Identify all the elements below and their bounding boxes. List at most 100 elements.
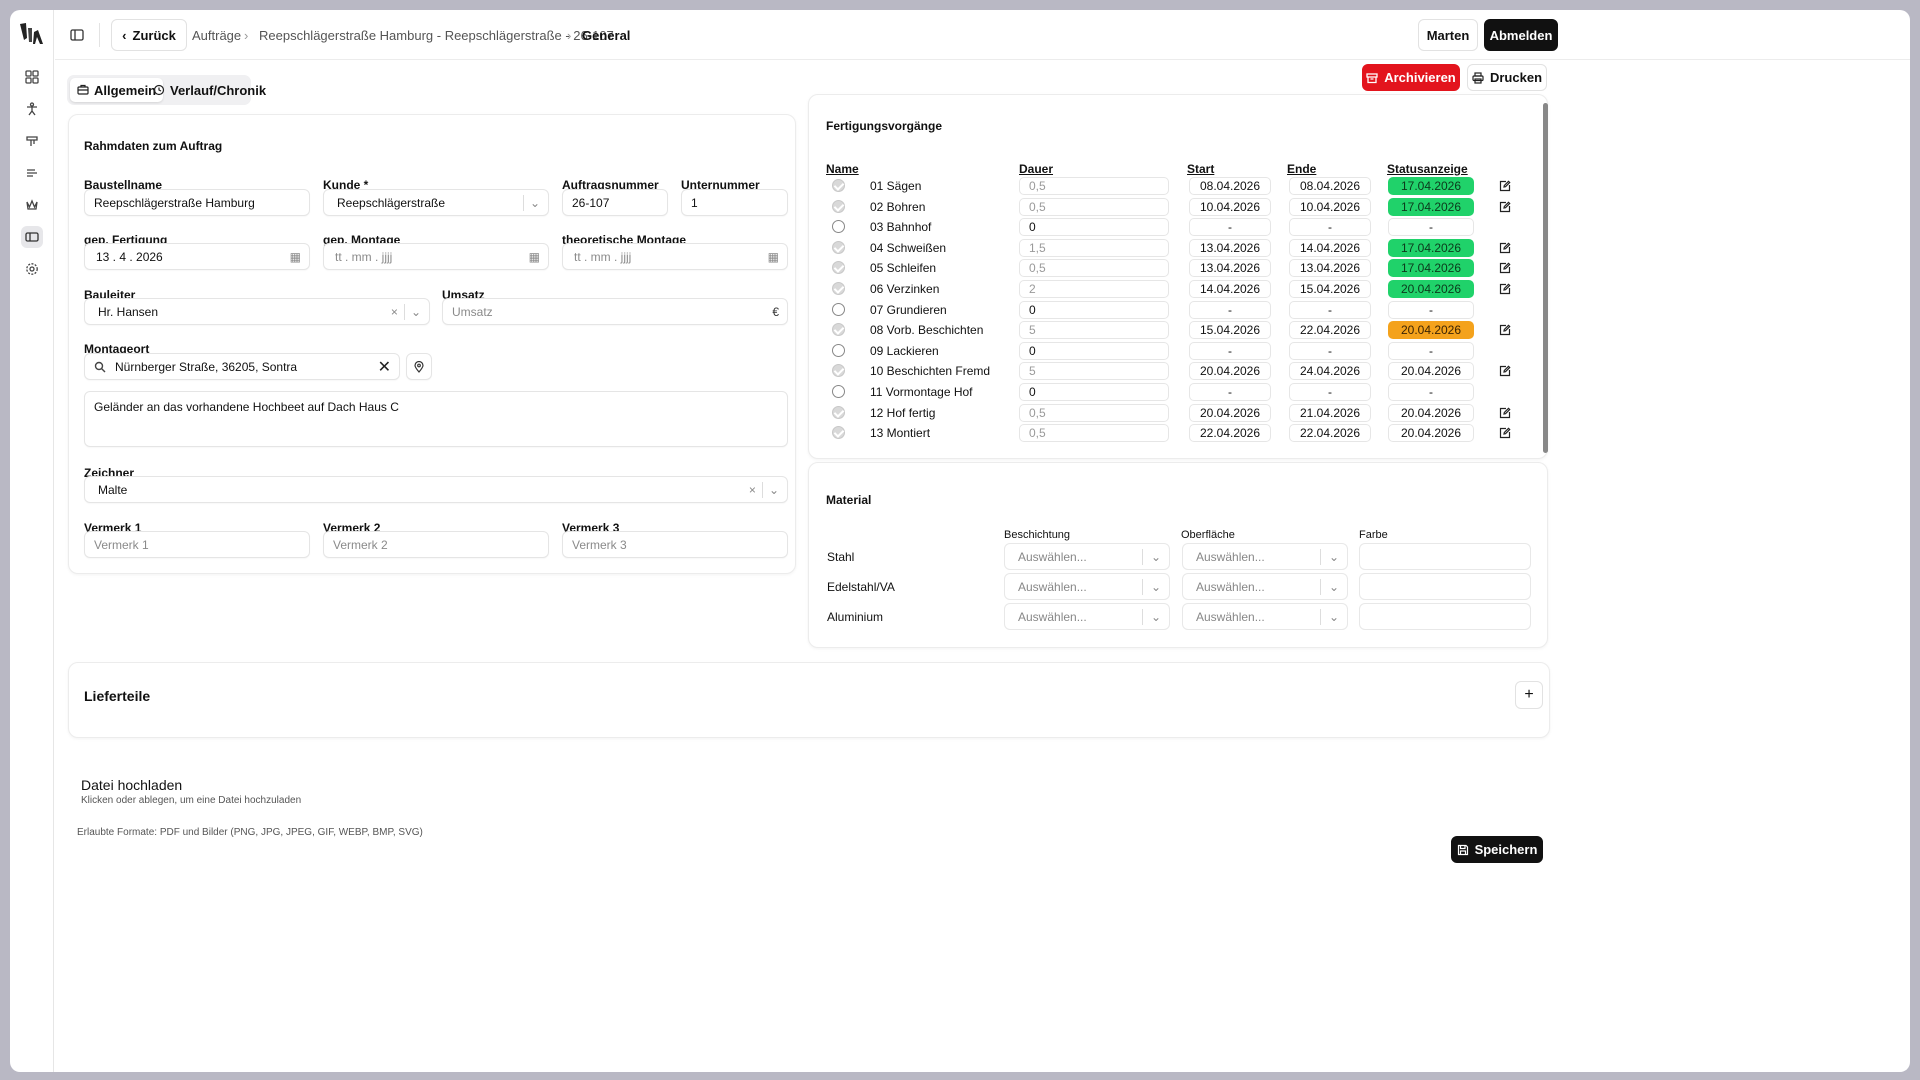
kunde-select[interactable]: Reepschlägerstraße ⌄ [323,189,549,216]
end-date[interactable]: 21.04.2026 [1289,403,1371,422]
duration-input[interactable]: 0 [1019,300,1169,319]
start-date[interactable]: 08.04.2026 [1189,177,1271,195]
duration-input[interactable]: 2 [1019,280,1169,298]
done-checkbox[interactable] [832,405,845,419]
vermerk3-input[interactable]: Vermerk 3 [562,531,788,558]
edit-icon[interactable] [1499,280,1513,298]
edit-icon[interactable] [1499,424,1513,442]
duration-input[interactable]: 0,5 [1019,403,1169,422]
scrollbar[interactable] [1543,103,1548,453]
map-pin-button[interactable] [406,353,432,380]
done-checkbox[interactable] [832,302,845,316]
duration-input[interactable]: 0,5 [1019,424,1169,443]
chevron-down-icon[interactable]: ⌄ [411,305,421,319]
save-button[interactable]: Speichern [1451,836,1543,863]
col-header-ende[interactable]: Ende [1287,162,1316,176]
start-date[interactable]: - [1189,341,1271,360]
add-part-button[interactable]: + [1515,681,1543,709]
print-button[interactable]: Drucken [1467,64,1547,91]
duration-input[interactable]: 0,5 [1019,197,1169,216]
done-checkbox[interactable] [832,240,845,254]
vermerk1-input[interactable]: Vermerk 1 [84,531,310,558]
logo-icon[interactable] [16,18,48,50]
done-checkbox[interactable] [832,179,845,192]
start-date[interactable]: - [1189,383,1271,401]
start-date[interactable]: 20.04.2026 [1189,403,1271,422]
done-checkbox[interactable] [832,282,845,295]
farbe-input[interactable] [1359,543,1531,570]
auftragsnummer-input[interactable]: 26-107 [562,189,668,216]
start-date[interactable]: 15.04.2026 [1189,321,1271,340]
edit-icon[interactable] [1499,198,1513,216]
bauleiter-select[interactable]: Hr. Hansen × ⌄ [84,298,430,325]
start-date[interactable]: 10.04.2026 [1189,197,1271,216]
end-date[interactable]: - [1289,218,1371,237]
logout-button[interactable]: Abmelden [1484,19,1558,51]
vermerk2-input[interactable]: Vermerk 2 [323,531,549,558]
end-date[interactable]: - [1289,300,1371,319]
duration-input[interactable]: 5 [1019,321,1169,340]
sidebar-toggle-icon[interactable] [69,27,85,43]
oberflaeche-select[interactable]: Auswählen... ⌄ [1182,543,1348,570]
montageort-search-input[interactable]: Nürnberger Straße, 36205, Sontra ✕ [84,353,400,380]
start-date[interactable]: - [1189,218,1271,237]
beschichtung-select[interactable]: Auswählen... ⌄ [1004,543,1170,570]
breadcrumb-orders[interactable]: Aufträge [192,10,241,60]
end-date[interactable]: - [1289,383,1371,401]
end-date[interactable]: 08.04.2026 [1289,177,1371,195]
end-date[interactable]: 13.04.2026 [1289,259,1371,278]
person-icon[interactable] [21,98,43,120]
end-date[interactable]: 24.04.2026 [1289,362,1371,381]
done-checkbox[interactable] [832,261,845,275]
clear-icon[interactable]: × [391,305,398,319]
done-checkbox[interactable] [832,323,845,337]
duration-input[interactable]: 0 [1019,383,1169,401]
start-date[interactable]: 13.04.2026 [1189,238,1271,257]
tools-icon[interactable] [21,130,43,152]
edit-icon[interactable] [1499,321,1513,339]
done-checkbox[interactable] [832,199,845,213]
col-header-status[interactable]: Statusanzeige [1387,162,1468,176]
beschichtung-select[interactable]: Auswählen... ⌄ [1004,573,1170,600]
baustellname-input[interactable]: Reepschlägerstraße Hamburg [84,189,310,216]
duration-input[interactable]: 1,5 [1019,238,1169,257]
clear-icon[interactable]: × [749,483,756,497]
start-date[interactable]: 14.04.2026 [1189,280,1271,298]
end-date[interactable]: 10.04.2026 [1289,197,1371,216]
edit-icon[interactable] [1499,404,1513,422]
dashboard-icon[interactable] [21,66,43,88]
col-header-name[interactable]: Name [826,162,859,176]
start-date[interactable]: - [1189,300,1271,319]
start-date[interactable]: 22.04.2026 [1189,424,1271,443]
edit-icon[interactable] [1499,362,1513,380]
col-header-dauer[interactable]: Dauer [1019,162,1053,176]
list-icon[interactable] [21,162,43,184]
calendar-icon[interactable]: ▦ [529,244,540,269]
upload-dropzone[interactable]: Datei hochladen Klicken oder ablegen, um… [68,770,768,820]
chevron-down-icon[interactable]: ⌄ [769,483,779,497]
notes-textarea[interactable]: Geländer an das vorhandene Hochbeet auf … [84,391,788,447]
farbe-input[interactable] [1359,603,1531,630]
calendar-icon[interactable]: ▦ [768,244,779,269]
end-date[interactable]: - [1289,341,1371,360]
umsatz-input[interactable]: Umsatz € [442,298,788,325]
beschichtung-select[interactable]: Auswählen... ⌄ [1004,603,1170,630]
duration-input[interactable]: 0 [1019,341,1169,360]
farbe-input[interactable] [1359,573,1531,600]
end-date[interactable]: 22.04.2026 [1289,321,1371,340]
end-date[interactable]: 14.04.2026 [1289,238,1371,257]
breadcrumb-project[interactable]: Reepschlägerstraße Hamburg - Reepschläge… [259,10,614,60]
col-header-start[interactable]: Start [1187,162,1214,176]
ticket-icon[interactable] [21,226,43,248]
zeichner-select[interactable]: Malte × ⌄ [84,476,788,503]
unternummer-input[interactable]: 1 [681,189,788,216]
done-checkbox[interactable] [832,220,845,234]
end-date[interactable]: 22.04.2026 [1289,424,1371,443]
done-checkbox[interactable] [832,364,845,378]
end-date[interactable]: 15.04.2026 [1289,280,1371,298]
duration-input[interactable]: 0,5 [1019,177,1169,195]
crown-icon[interactable] [21,194,43,216]
oberflaeche-select[interactable]: Auswählen... ⌄ [1182,573,1348,600]
archive-button[interactable]: Archivieren [1362,64,1460,91]
theo-montage-date-input[interactable]: tt . mm . jjjj ▦ [562,243,788,270]
